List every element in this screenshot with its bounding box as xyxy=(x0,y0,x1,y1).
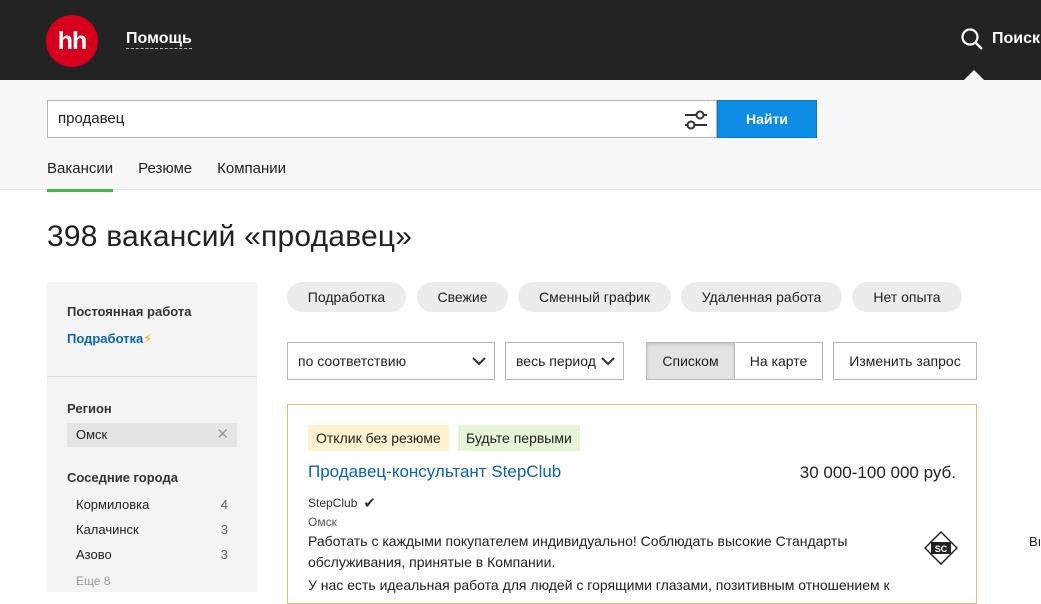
chip-part-time[interactable]: Подработка xyxy=(287,282,406,312)
part-time-link[interactable]: Подработка⚡ xyxy=(67,331,152,347)
filter-settings-icon[interactable] xyxy=(683,109,709,131)
edit-query-button[interactable]: Изменить запрос xyxy=(833,342,977,380)
sort-select[interactable]: по соответствию xyxy=(287,342,495,380)
tab-companies[interactable]: Компании xyxy=(217,160,286,192)
vacancy-salary: 30 000-100 000 руб. xyxy=(799,463,956,482)
hh-logo[interactable]: hh xyxy=(46,15,98,67)
lightning-icon: ⚡ xyxy=(143,331,153,346)
chip-no-experience[interactable]: Нет опыта xyxy=(852,282,962,312)
chevron-down-icon xyxy=(601,357,615,366)
filters-sidebar: Постоянная работа Подработка⚡ Регион Омс… xyxy=(47,282,257,592)
be-first-badge: Будьте первыми xyxy=(458,425,580,451)
cut-off-text: Вı xyxy=(1029,534,1041,549)
region-value: Омск xyxy=(76,427,108,442)
results-title: 398 вакансий «продавец» xyxy=(47,220,413,253)
sidebar-divider xyxy=(47,376,257,377)
chevron-down-icon xyxy=(472,357,486,366)
city-item[interactable]: Калачинск 3 xyxy=(76,522,228,537)
tab-resumes[interactable]: Резюме xyxy=(138,160,192,192)
search-tabs: Вакансии Резюме Компании xyxy=(47,160,311,192)
period-select[interactable]: весь период xyxy=(505,342,624,380)
dropdown-pointer xyxy=(964,70,984,80)
city-name: Азово xyxy=(76,547,112,562)
vacancy-title-link[interactable]: Продавец-консультант StepClub xyxy=(308,462,561,482)
close-icon[interactable]: ✕ xyxy=(216,423,229,447)
company-logo[interactable]: SC xyxy=(924,531,958,565)
no-resume-badge: Отклик без резюме xyxy=(308,425,449,451)
chip-fresh[interactable]: Свежие xyxy=(417,282,508,312)
part-time-label: Подработка xyxy=(67,331,144,346)
view-map-button[interactable]: На карте xyxy=(734,342,823,380)
city-count: 3 xyxy=(220,547,228,562)
region-title: Регион xyxy=(67,401,112,416)
period-value: весь период xyxy=(516,353,596,369)
city-name: Кормиловка xyxy=(76,497,150,512)
chip-shift-schedule[interactable]: Сменный график xyxy=(518,282,671,312)
help-link[interactable]: Помощь xyxy=(126,30,192,49)
city-item[interactable]: Азово 3 xyxy=(76,547,228,562)
company-name: StepClub xyxy=(308,496,358,510)
vacancy-description: Работать с каждыми покупателем индивидуа… xyxy=(308,531,898,596)
company-link[interactable]: StepClub ✔ xyxy=(308,494,376,512)
search-zone: продавец Найти Вакансии Резюме Компании xyxy=(0,80,1041,192)
vacancy-city: Омск xyxy=(308,515,337,529)
city-count: 4 xyxy=(220,497,228,512)
description-paragraph: Работать с каждыми покупателем индивидуа… xyxy=(308,533,848,570)
view-list-button[interactable]: Списком xyxy=(646,342,735,380)
vacancy-card: Отклик без резюме Будьте первыми Продаве… xyxy=(287,404,977,604)
sort-value: по соответствию xyxy=(298,353,407,369)
city-count: 3 xyxy=(220,522,228,537)
chip-remote[interactable]: Удаленная работа xyxy=(681,282,842,312)
employment-title: Постоянная работа xyxy=(67,304,192,319)
company-logo-text: SC xyxy=(935,544,948,554)
city-item[interactable]: Кормиловка 4 xyxy=(76,497,228,512)
region-chip: Омск ✕ xyxy=(67,423,237,447)
search-icon xyxy=(961,28,983,50)
top-search-label: Поиск xyxy=(992,30,1041,47)
top-search-link[interactable]: Поиск xyxy=(960,27,1040,51)
find-button[interactable]: Найти xyxy=(717,100,817,138)
top-navbar: hh Помощь Поиск xyxy=(0,0,1041,80)
verified-check-icon: ✔ xyxy=(363,495,376,512)
city-name: Калачинск xyxy=(76,522,139,537)
nearby-cities-title: Соседние города xyxy=(67,470,178,485)
tab-vacancies[interactable]: Вакансии xyxy=(47,160,114,192)
search-input[interactable]: продавец xyxy=(47,100,717,138)
